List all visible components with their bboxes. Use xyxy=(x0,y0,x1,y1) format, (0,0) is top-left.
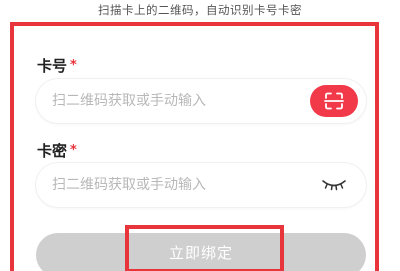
card-password-label: 卡密 * xyxy=(37,140,77,161)
card-password-label-text: 卡密 xyxy=(37,142,68,160)
button-highlight-frame xyxy=(125,225,284,271)
card-password-field xyxy=(36,163,366,207)
card-number-label: 卡号 * xyxy=(37,55,77,76)
scan-icon xyxy=(324,92,344,110)
scan-hint-text: 扫描卡上的二维码，自动识别卡号卡密 xyxy=(98,3,302,17)
card-number-label-text: 卡号 xyxy=(37,57,68,75)
card-number-field xyxy=(36,79,366,123)
required-mark: * xyxy=(70,143,77,158)
scan-button[interactable] xyxy=(310,85,358,117)
required-mark: * xyxy=(70,58,77,73)
card-password-input[interactable] xyxy=(52,163,292,207)
bind-card-page: 扫描卡上的二维码，自动识别卡号卡密 卡号* 卡密* xyxy=(0,0,400,271)
card-number-input[interactable] xyxy=(52,79,292,123)
password-visibility-toggle[interactable] xyxy=(320,175,348,195)
eye-closed-icon xyxy=(322,180,346,191)
